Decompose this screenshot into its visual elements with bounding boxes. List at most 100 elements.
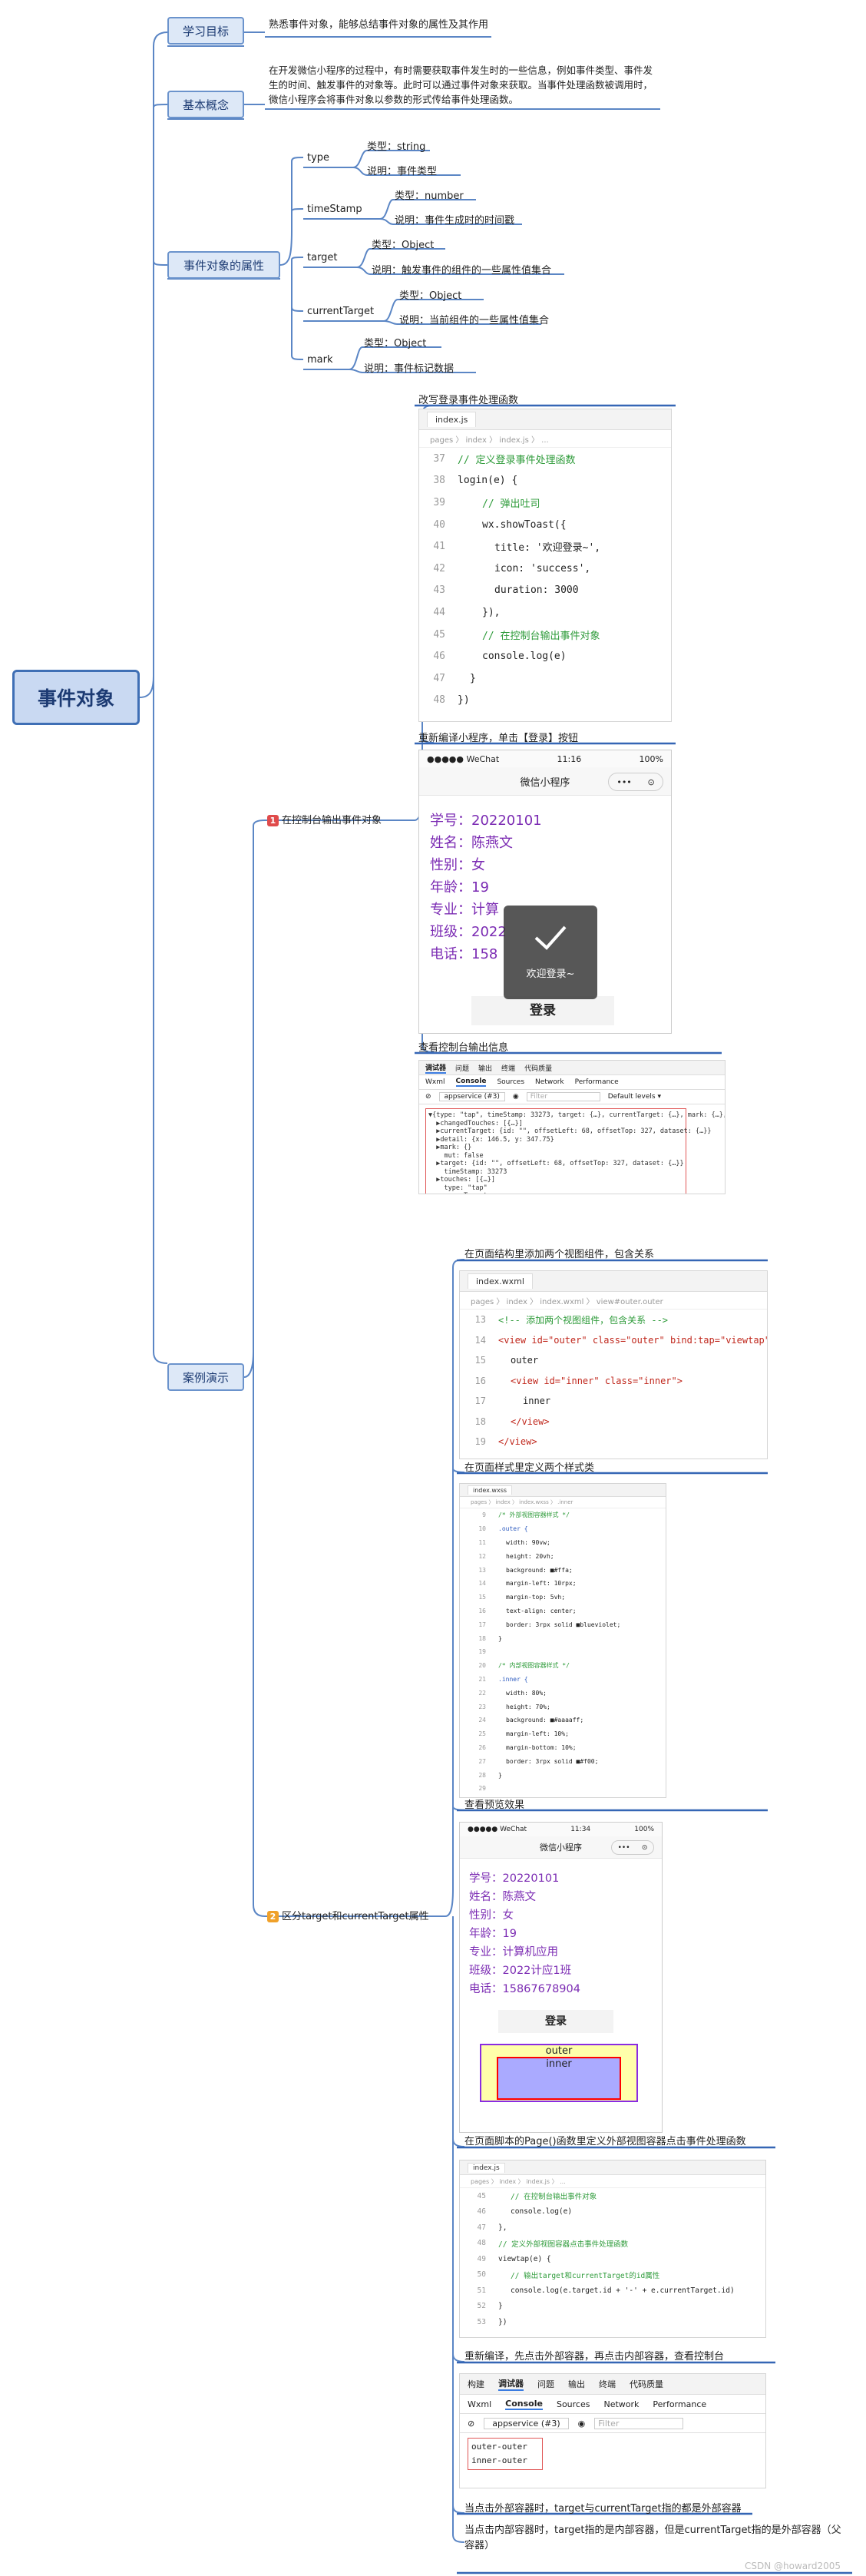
- devtools-tab[interactable]: Console: [505, 2399, 543, 2410]
- code-line: 47}: [419, 667, 671, 690]
- code-line: 39 // 弹出吐司: [419, 492, 671, 514]
- devtools-tab[interactable]: Sources: [557, 2399, 590, 2409]
- prop-type-type: 类型：string: [367, 141, 426, 153]
- login-button[interactable]: 登录: [471, 996, 614, 1025]
- capsule-menu[interactable]: ••• ⊙: [608, 773, 663, 791]
- code-text: height: 70%;: [506, 1703, 550, 1710]
- devtools-tab[interactable]: 终端: [599, 2378, 616, 2390]
- devtools-tab[interactable]: 输出: [568, 2378, 585, 2390]
- login-button[interactable]: 登录: [498, 2010, 613, 2033]
- case2-number-badge: 2: [267, 1911, 279, 1922]
- code-line: 48 // 定义外部视图容器点击事件处理函数: [460, 2236, 765, 2252]
- code-text: }: [498, 1634, 502, 1642]
- outer-view[interactable]: outer inner: [480, 2044, 638, 2102]
- capsule-menu[interactable]: ••• ⊙: [611, 1840, 654, 1855]
- inner-view[interactable]: inner: [497, 2057, 621, 2100]
- context-select[interactable]: appservice (#3): [484, 2417, 569, 2429]
- code-text: }: [498, 1771, 502, 1779]
- info-line: 性别：女: [469, 1909, 514, 1922]
- devtools-console-2: 构建 调试器 问题 输出 终端 代码质量 Wxml Console Sources Networ…: [459, 2373, 766, 2488]
- prop-currenttarget-type: 类型：Object: [399, 290, 462, 302]
- close-circle-icon[interactable]: ⊙: [647, 777, 654, 787]
- line-number: 17: [474, 1396, 486, 1407]
- line-number: 37: [433, 452, 445, 465]
- code-text: inner: [523, 1396, 551, 1407]
- code-text: <!-- 添加两个视图组件，包含关系 -->: [498, 1314, 669, 1326]
- case1-title: 在控制台输出事件对象: [282, 815, 382, 826]
- code-line: 46 console.log(e): [419, 645, 671, 667]
- devtools-tab[interactable]: 问题: [537, 2378, 554, 2390]
- code-line: 15 outer: [460, 1350, 767, 1371]
- devtools-tab[interactable]: 调试器: [425, 1062, 447, 1074]
- devtools-tab[interactable]: Performance: [575, 1078, 619, 1086]
- code-line: 19 </view>: [460, 1432, 767, 1452]
- devtools-tab[interactable]: Sources: [497, 1078, 524, 1086]
- context-select[interactable]: appservice (#3): [438, 1092, 505, 1101]
- devtools-tab[interactable]: 调试器: [498, 2377, 524, 2391]
- line-number: 10: [478, 1525, 486, 1533]
- devtools-tab[interactable]: 代码质量: [630, 2378, 663, 2390]
- prop-type-name: type: [307, 152, 330, 164]
- more-dots-icon[interactable]: •••: [616, 777, 631, 787]
- devtools-tab[interactable]: Network: [535, 1078, 564, 1086]
- line-number: 52: [477, 2302, 486, 2311]
- code-line: 46 console.log(e): [460, 2204, 765, 2220]
- devtools-tab[interactable]: 输出: [478, 1063, 492, 1073]
- code-text: },: [498, 2223, 507, 2232]
- devtools-tab[interactable]: 终端: [501, 1063, 515, 1073]
- editor-tab-index-wxss[interactable]: index.wxss: [468, 1485, 513, 1495]
- line-number: 27: [478, 1757, 486, 1765]
- devtools-tab[interactable]: 代码质量: [524, 1063, 552, 1073]
- code-line: 18}: [460, 1631, 666, 1645]
- code-line: 12 height: 20vh;: [460, 1549, 666, 1563]
- node-case-demo: 案例演示: [167, 1363, 244, 1391]
- line-number: 42: [433, 562, 445, 574]
- log-levels-select[interactable]: Default levels ▾: [608, 1093, 661, 1101]
- devtools-tab[interactable]: 构建: [468, 2378, 484, 2390]
- editor-tab-index-wxml[interactable]: index.wxml: [468, 1273, 533, 1289]
- inner-view-label: inner: [546, 2058, 572, 2070]
- case2-step4: 在页面脚本的Page()函数里定义外部视图容器点击事件处理函数: [464, 2136, 746, 2147]
- info-line: 姓名：陈燕文: [469, 1891, 536, 1903]
- devtools-tab[interactable]: Wxml: [468, 2399, 491, 2409]
- status-battery: 100%: [639, 753, 663, 764]
- prop-target-name: target: [307, 252, 338, 263]
- code-text: console.log(e): [482, 651, 567, 663]
- code-line: 24 background: ■#aaaaff;: [460, 1713, 666, 1727]
- code-line: 52}: [460, 2299, 765, 2315]
- code-lines: 13 <!-- 添加两个视图组件，包含关系 --> 14 <view id="oute…: [460, 1310, 767, 1452]
- devtools-tab[interactable]: 问题: [455, 1063, 469, 1073]
- close-circle-icon[interactable]: ⊙: [642, 1844, 648, 1852]
- clear-console-icon[interactable]: ⊘: [425, 1093, 431, 1101]
- clear-console-icon[interactable]: ⊘: [468, 2419, 474, 2429]
- prop-mark-desc: 说明：事件标记数据: [364, 363, 454, 375]
- line-number: 15: [478, 1594, 486, 1601]
- devtools-tab[interactable]: Performance: [653, 2399, 706, 2409]
- code-line: 41 title: '欢迎登录~',: [419, 535, 671, 558]
- eye-icon[interactable]: ◉: [513, 1093, 519, 1101]
- code-line: 20 /* 内部视图容器样式 */: [460, 1659, 666, 1673]
- console-filter-input[interactable]: Filter: [594, 2417, 684, 2429]
- code-line: 47},: [460, 2220, 765, 2236]
- devtools-tab[interactable]: Wxml: [425, 1078, 445, 1086]
- case2-step3: 查看预览效果: [464, 1800, 525, 1811]
- code-text: // 在控制台输出事件对象: [511, 2193, 597, 2202]
- eye-icon[interactable]: ◉: [578, 2419, 586, 2429]
- code-line: 15 margin-top: 5vh;: [460, 1591, 666, 1604]
- editor-tab-index-js[interactable]: index.js: [468, 2162, 505, 2173]
- prop-mark-name: mark: [307, 354, 333, 366]
- devtools-subtabs: Wxml Console Sources Network Performance: [419, 1075, 725, 1090]
- case1-label: 1 在控制台输出事件对象: [267, 812, 382, 826]
- more-dots-icon[interactable]: •••: [618, 1844, 630, 1852]
- editor-tab-index-js[interactable]: index.js: [427, 412, 477, 427]
- code-text: login(e) {: [458, 475, 518, 487]
- line-number: 18: [478, 1634, 486, 1642]
- code-text: text-align: center;: [506, 1607, 577, 1614]
- prop-timestamp-desc: 说明：事件生成时的时间戳: [395, 215, 515, 227]
- code-text: }: [470, 672, 476, 684]
- devtools-tab[interactable]: Network: [603, 2399, 639, 2409]
- line-number: 50: [477, 2270, 486, 2280]
- devtools-tab[interactable]: Console: [455, 1078, 487, 1087]
- console-filter-input[interactable]: Filter: [526, 1092, 600, 1101]
- code-line: 16 <view id="inner" class="inner">: [460, 1371, 767, 1392]
